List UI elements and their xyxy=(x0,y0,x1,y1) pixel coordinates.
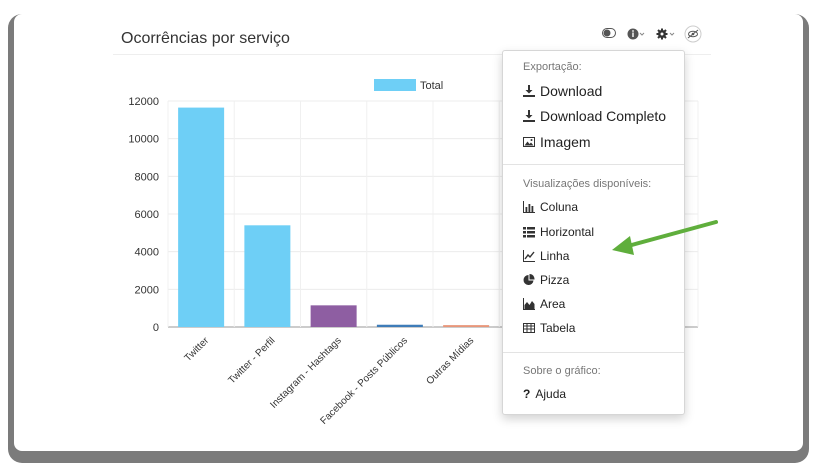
annotation-arrow xyxy=(612,220,718,255)
screenshot-frame: Ocorrências por serviço 0 2000 4000 6000 800… xyxy=(0,0,817,465)
